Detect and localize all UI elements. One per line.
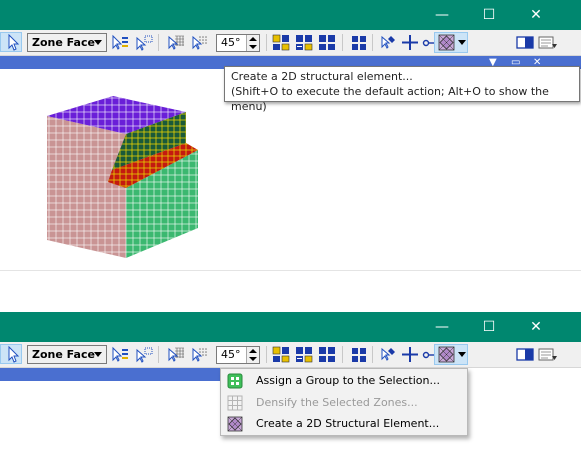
menu-item-label: Densify the Selected Zones... <box>256 396 418 409</box>
grid-color-icon <box>272 346 290 363</box>
panel-layout-button[interactable] <box>516 346 534 363</box>
menu-item-densify-zones: Densify the Selected Zones... <box>221 392 467 414</box>
cursor-dots-icon <box>192 347 207 362</box>
top-window-screenshot: — ☐ ✕ Zone Face 45° ▼ ▭ ✕ Create a 2D st… <box>0 0 581 271</box>
tooltip-line-1: Create a 2D structural element... <box>231 70 413 83</box>
chevron-down-icon <box>458 352 466 357</box>
maximize-button[interactable]: ☐ <box>466 312 512 342</box>
pin-tool-button[interactable] <box>379 346 397 363</box>
select-pick-button[interactable] <box>110 346 130 363</box>
zone-mode-label: Zone Face <box>32 348 95 361</box>
toolbar-separator <box>158 346 159 363</box>
cursor-grid-icon <box>168 347 184 362</box>
zone-cube-model <box>47 96 198 258</box>
group-zones-button[interactable] <box>272 346 290 363</box>
grid-highlight-icon <box>296 347 313 363</box>
window-options-icon <box>538 348 557 361</box>
angle-spinbox[interactable]: 45° <box>216 346 260 364</box>
crosshair-icon <box>402 347 418 362</box>
group-all-button[interactable] <box>318 346 336 363</box>
minimize-button[interactable]: — <box>419 312 465 342</box>
angle-value: 45° <box>221 348 241 361</box>
panel-options-button[interactable] <box>538 346 558 363</box>
toolbar-separator <box>266 346 267 363</box>
crosshair-button[interactable] <box>401 346 419 363</box>
select-tool-button[interactable] <box>0 344 22 364</box>
cursor-list-icon <box>112 346 128 362</box>
cursor-box-icon <box>136 347 153 363</box>
densify-grid-icon <box>227 395 243 411</box>
menu-item-label: Create a 2D Structural Element... <box>256 417 440 430</box>
title-bar: — ☐ ✕ <box>0 312 581 342</box>
toolbar-separator <box>372 346 373 363</box>
spin-buttons[interactable] <box>246 347 259 363</box>
spin-up-icon <box>249 349 257 353</box>
structural-element-icon <box>438 346 455 363</box>
grid-blue-icon <box>319 347 335 362</box>
menu-item-assign-group[interactable]: Assign a Group to the Selection... <box>221 370 467 392</box>
model-viewport[interactable] <box>0 0 581 270</box>
menu-item-label: Assign a Group to the Selection... <box>256 374 440 387</box>
viewport-header <box>0 368 220 381</box>
select-box-button[interactable] <box>134 346 154 363</box>
tooltip-line-2: (Shift+O to execute the default action; … <box>231 85 549 113</box>
toolbar-separator <box>342 346 343 363</box>
tooltip: Create a 2D structural element... (Shift… <box>224 66 580 113</box>
grid-select-button[interactable] <box>350 346 368 363</box>
spin-down-icon <box>249 357 257 361</box>
menu-item-create-2d-element[interactable]: Create a 2D Structural Element... <box>221 413 467 435</box>
select-region-button[interactable] <box>166 346 186 363</box>
group-faces-button[interactable] <box>295 346 313 363</box>
cube-left-face-grid <box>47 116 126 258</box>
main-toolbar: Zone Face 45° <box>0 342 581 368</box>
select-range-button[interactable] <box>190 346 210 363</box>
chevron-down-icon <box>94 352 102 357</box>
structural-element-menu: Assign a Group to the Selection... Densi… <box>220 368 468 436</box>
structural-element-icon <box>227 416 243 432</box>
pin-cursor-icon <box>381 347 395 361</box>
close-button[interactable]: ✕ <box>513 312 559 342</box>
cursor-arrow-icon <box>8 345 20 363</box>
group-assign-icon <box>227 373 243 389</box>
structural-element-button[interactable] <box>434 344 468 365</box>
zone-mode-dropdown[interactable]: Zone Face <box>27 345 107 364</box>
window-panel-icon <box>516 348 534 361</box>
grid-small-icon <box>352 348 366 362</box>
